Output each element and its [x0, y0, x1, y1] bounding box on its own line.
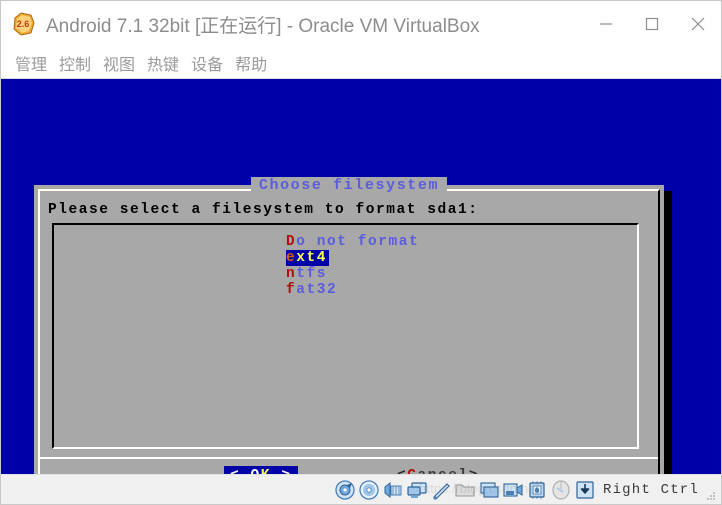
list-item-do-not-format[interactable]: Do not format — [286, 234, 419, 250]
list-item-label: at32 — [296, 282, 338, 298]
display-icon[interactable] — [406, 479, 428, 501]
ok-button[interactable]: < OK > — [224, 466, 298, 474]
choose-filesystem-dialog: Choose filesystem Please select a filesy… — [34, 177, 664, 474]
list-item-hotkey: f — [286, 282, 297, 298]
video-capture-icon[interactable] — [502, 479, 524, 501]
status-bar: https://blog.csdn.net/ Right Ctrl — [1, 474, 721, 504]
menu-item-help[interactable]: 帮助 — [229, 51, 273, 75]
keyboard-capture-icon[interactable] — [574, 479, 596, 501]
virtualbox-vm-icon: 2.6 — [10, 10, 38, 38]
dialog-button-row: < OK > <Cancel> — [34, 466, 664, 474]
filesystem-list: Do not format ext4 ntfs fat32 — [286, 234, 419, 298]
list-item-ext4[interactable]: ext4 — [286, 250, 330, 266]
dialog-prompt: Please select a filesystem to format sda… — [48, 202, 479, 218]
usb-icon[interactable] — [430, 479, 452, 501]
resize-grip[interactable] — [705, 490, 717, 502]
menu-item-hotkeys[interactable]: 热键 — [141, 51, 185, 75]
menu-item-view[interactable]: 视图 — [97, 51, 141, 75]
host-key-label: Right Ctrl — [602, 481, 699, 498]
maximize-button[interactable] — [629, 1, 675, 47]
list-item-fat32[interactable]: fat32 — [286, 282, 419, 298]
menu-item-manage[interactable]: 管理 — [9, 51, 53, 75]
menu-bar: 管理 控制 视图 热键 设备 帮助 — [1, 47, 721, 79]
folder-icon[interactable] — [454, 479, 476, 501]
hard-disk-icon[interactable] — [334, 479, 356, 501]
cpu-icon[interactable] — [526, 479, 548, 501]
vm-screen[interactable]: Choose filesystem Please select a filesy… — [1, 79, 721, 474]
minimize-button[interactable] — [583, 1, 629, 47]
list-item-hotkey: n — [286, 266, 297, 282]
icon-version-label: 2.6 — [17, 19, 30, 29]
menu-item-devices[interactable]: 设备 — [185, 51, 229, 75]
list-item-label: xt4 — [296, 250, 328, 266]
menu-item-control[interactable]: 控制 — [53, 51, 97, 75]
window-title: Android 7.1 32bit [正在运行] - Oracle VM Vir… — [46, 15, 480, 37]
shared-folders-icon[interactable] — [478, 479, 500, 501]
window-controls — [583, 1, 721, 47]
optical-disk-icon[interactable] — [358, 479, 380, 501]
virtualbox-window: 2.6 Android 7.1 32bit [正在运行] - Oracle VM… — [0, 0, 722, 505]
close-button[interactable] — [675, 1, 721, 47]
list-item-hotkey: D — [286, 234, 297, 250]
title-bar: 2.6 Android 7.1 32bit [正在运行] - Oracle VM… — [1, 1, 721, 47]
mouse-icon[interactable] — [550, 479, 572, 501]
list-item-label: o not format — [296, 234, 420, 250]
list-item-ntfs[interactable]: ntfs — [286, 266, 419, 282]
button-separator — [40, 457, 658, 459]
filesystem-list-box[interactable]: Do not format ext4 ntfs fat32 — [52, 223, 639, 449]
network-icon[interactable] — [382, 479, 404, 501]
list-item-hotkey: e — [286, 250, 297, 266]
list-item-label: tfs — [296, 266, 328, 282]
